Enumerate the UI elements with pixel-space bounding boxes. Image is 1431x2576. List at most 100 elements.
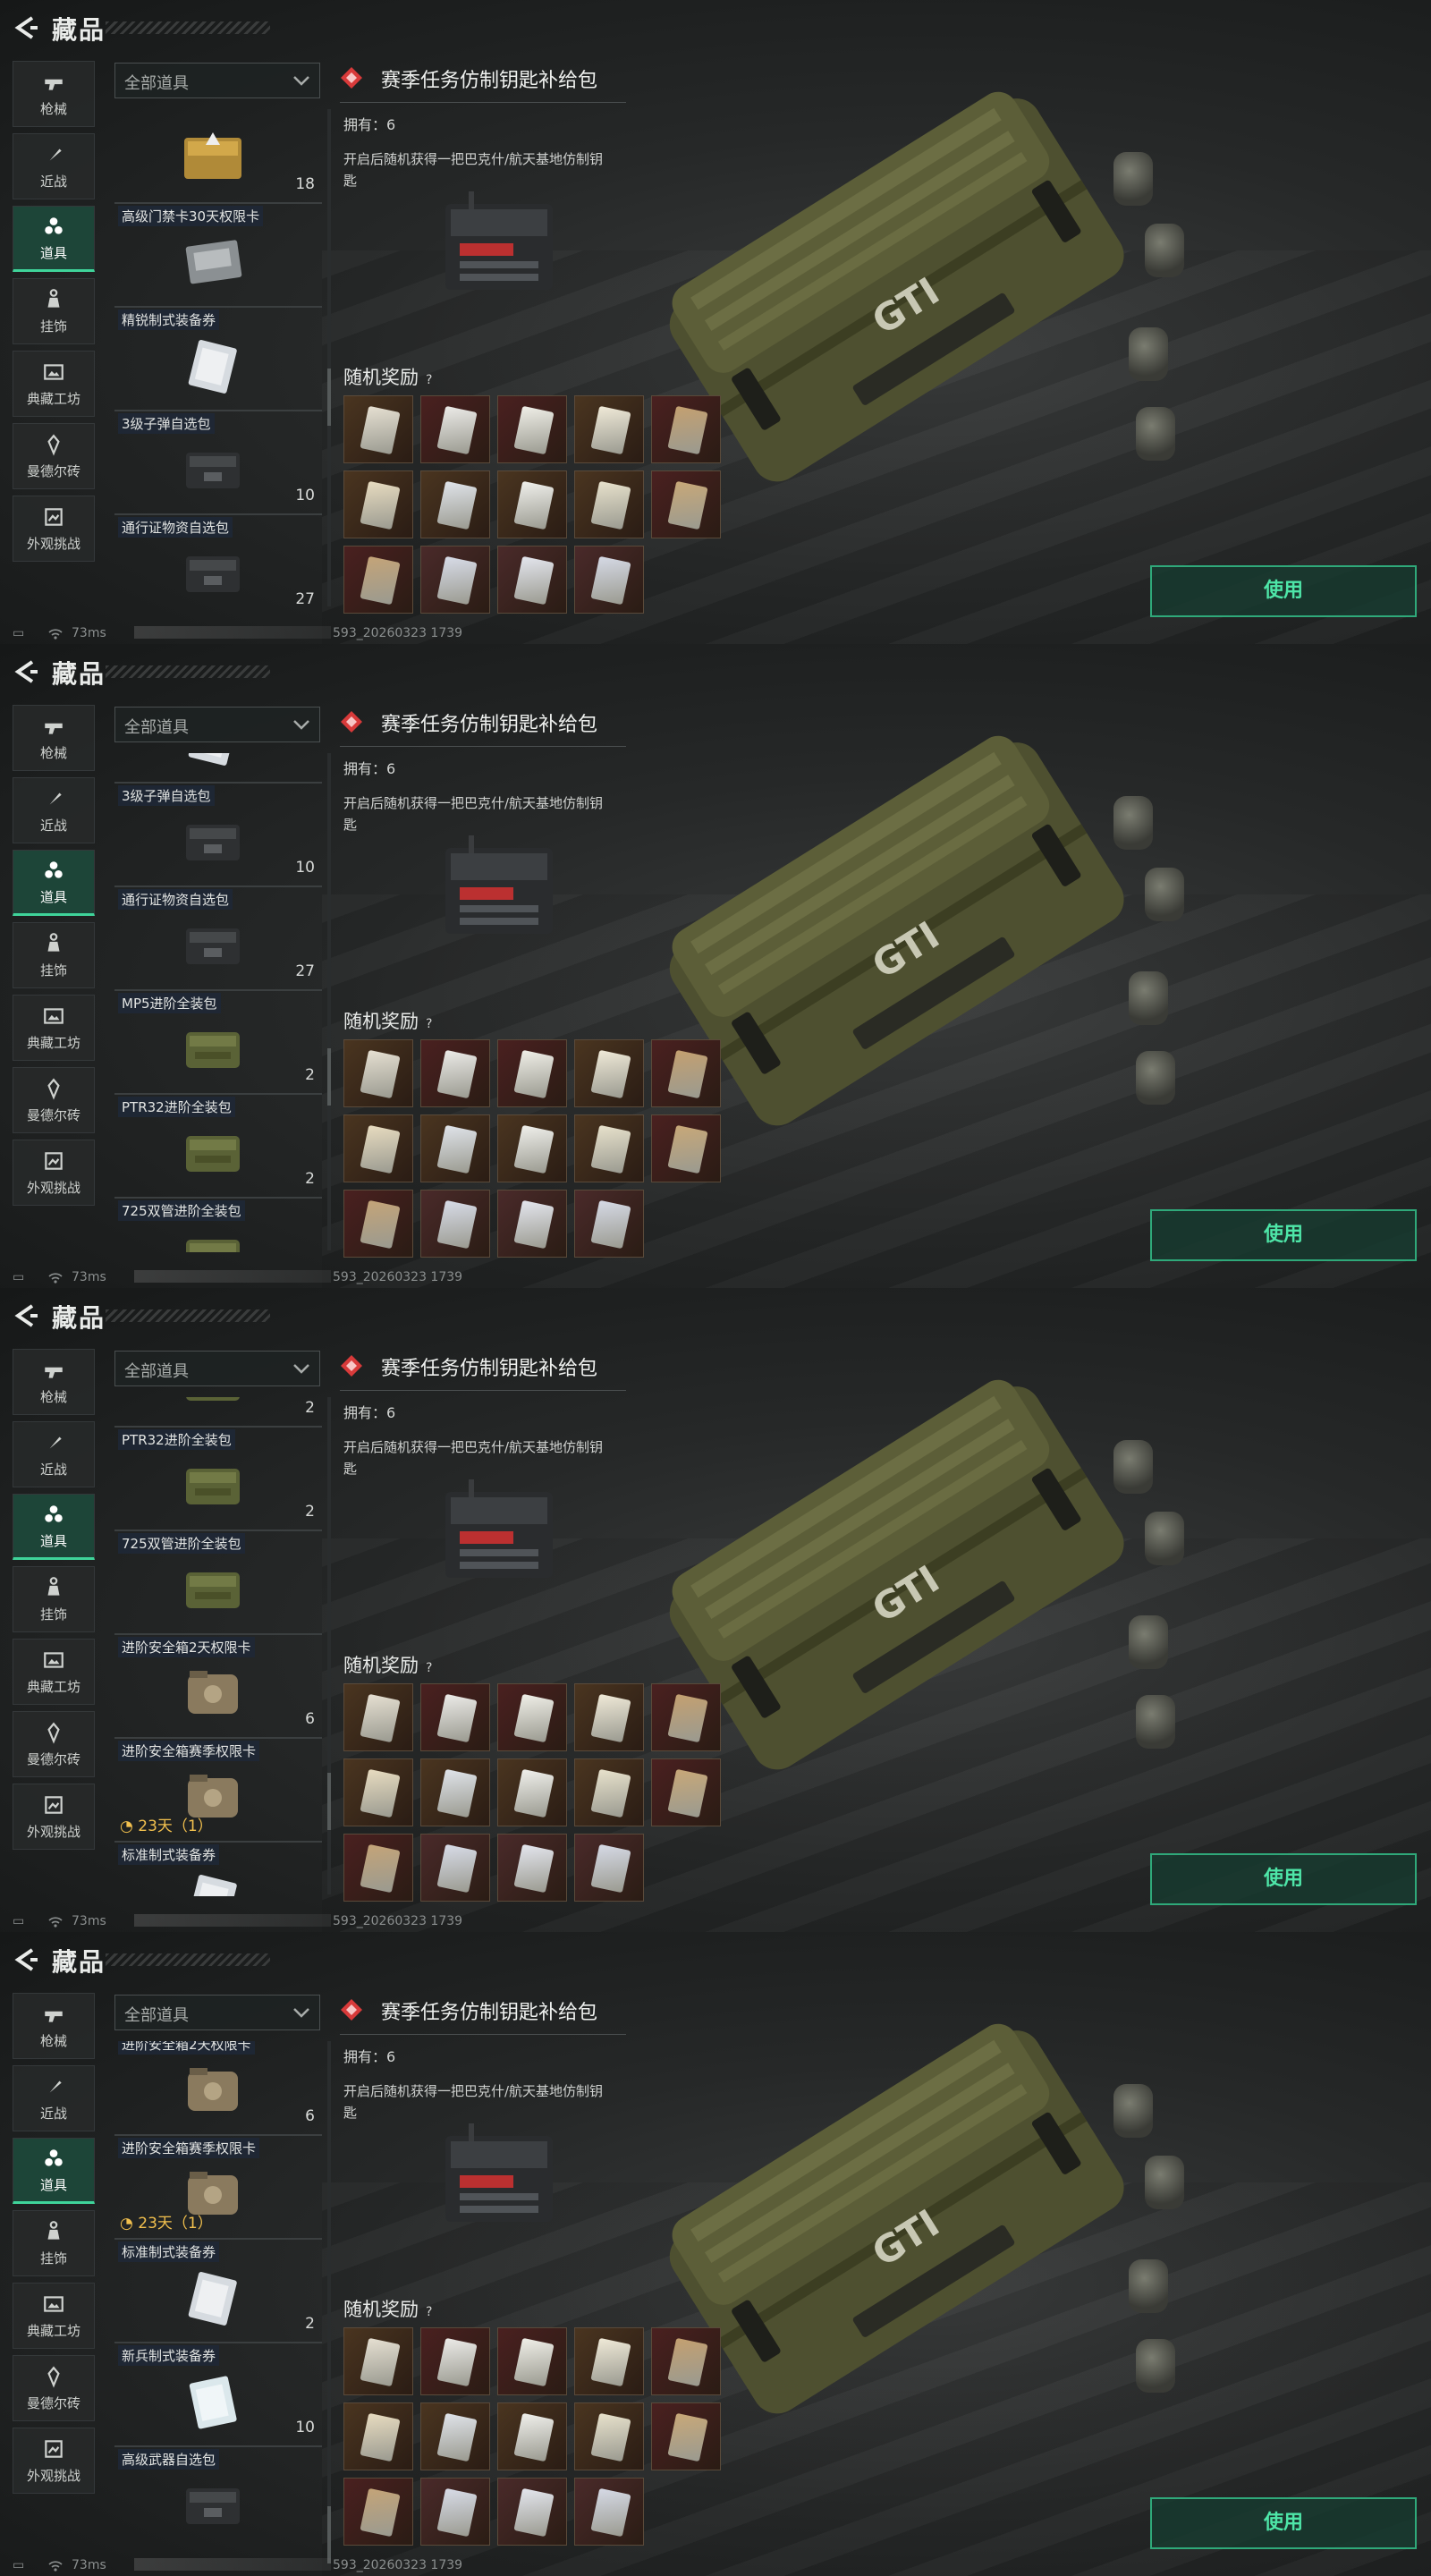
sidebar-item-2[interactable]: 道具 xyxy=(13,1494,95,1560)
help-icon[interactable]: ? xyxy=(426,1017,432,1031)
reward-cell[interactable] xyxy=(497,1114,567,1182)
reward-cell[interactable] xyxy=(343,546,413,614)
reward-cell[interactable] xyxy=(343,470,413,538)
reward-cell[interactable] xyxy=(420,1683,490,1751)
reward-cell[interactable] xyxy=(343,1834,413,1902)
reward-cell[interactable] xyxy=(574,470,644,538)
reward-cell[interactable] xyxy=(420,1834,490,1902)
sidebar-item-0[interactable]: 枪械 xyxy=(13,61,95,127)
filter-dropdown[interactable]: 全部道具 xyxy=(114,1351,320,1386)
list-item[interactable]: 标准制式装备券 2 xyxy=(114,2240,322,2343)
help-icon[interactable]: ? xyxy=(426,1661,432,1675)
reward-cell[interactable] xyxy=(343,2402,413,2470)
reward-cell[interactable] xyxy=(343,1758,413,1826)
sidebar-item-0[interactable]: 枪械 xyxy=(13,1349,95,1415)
reward-cell[interactable] xyxy=(343,1039,413,1107)
list-scrollbar[interactable] xyxy=(327,753,331,1250)
reward-cell[interactable] xyxy=(343,2327,413,2395)
sidebar-item-3[interactable]: 挂饰 xyxy=(13,922,95,988)
reward-cell[interactable] xyxy=(574,1190,644,1258)
sidebar-item-5[interactable]: 曼德尔砖 xyxy=(13,1067,95,1133)
reward-cell[interactable] xyxy=(343,1683,413,1751)
reward-cell[interactable] xyxy=(497,2478,567,2546)
sidebar-item-1[interactable]: 近战 xyxy=(13,777,95,843)
reward-cell[interactable] xyxy=(574,2327,644,2395)
list-item[interactable]: 18 xyxy=(114,109,322,204)
reward-cell[interactable] xyxy=(651,1683,721,1751)
reward-cell[interactable] xyxy=(651,1758,721,1826)
reward-cell[interactable] xyxy=(497,546,567,614)
reward-cell[interactable] xyxy=(420,1039,490,1107)
help-icon[interactable]: ? xyxy=(426,2305,432,2319)
reward-cell[interactable] xyxy=(497,470,567,538)
reward-cell[interactable] xyxy=(574,2478,644,2546)
list-item[interactable]: 进阶安全箱2天权限卡 6 xyxy=(114,1635,322,1739)
list-item[interactable]: 标准制式装备券 xyxy=(114,1843,322,1896)
reward-cell[interactable] xyxy=(574,1039,644,1107)
sidebar-item-1[interactable]: 近战 xyxy=(13,1421,95,1487)
reward-cell[interactable] xyxy=(497,2327,567,2395)
sidebar-item-2[interactable]: 道具 xyxy=(13,206,95,272)
reward-cell[interactable] xyxy=(574,1834,644,1902)
filter-dropdown[interactable]: 全部道具 xyxy=(114,63,320,98)
sidebar-item-6[interactable]: 外观挑战 xyxy=(13,2428,95,2494)
reward-cell[interactable] xyxy=(420,546,490,614)
sidebar-item-5[interactable]: 曼德尔砖 xyxy=(13,423,95,489)
use-button[interactable]: 使用 xyxy=(1150,565,1417,617)
sidebar-item-0[interactable]: 枪械 xyxy=(13,1993,95,2059)
reward-cell[interactable] xyxy=(420,395,490,463)
sidebar-item-3[interactable]: 挂饰 xyxy=(13,278,95,344)
reward-cell[interactable] xyxy=(574,395,644,463)
use-button[interactable]: 使用 xyxy=(1150,2497,1417,2549)
scrollbar-thumb[interactable] xyxy=(327,1048,331,1106)
sidebar-item-4[interactable]: 典藏工坊 xyxy=(13,351,95,417)
reward-cell[interactable] xyxy=(420,1114,490,1182)
list-item[interactable]: 2 xyxy=(114,1397,322,1428)
list-item[interactable]: 进阶安全箱赛季权限卡 ◔ 23天（1） xyxy=(114,1739,322,1843)
reward-cell[interactable] xyxy=(574,1114,644,1182)
reward-cell[interactable] xyxy=(574,2402,644,2470)
list-item[interactable]: 进阶安全箱2天权限卡 6 xyxy=(114,2041,322,2136)
reward-cell[interactable] xyxy=(574,1758,644,1826)
filter-dropdown[interactable]: 全部道具 xyxy=(114,1995,320,2030)
reward-cell[interactable] xyxy=(420,2478,490,2546)
list-item[interactable]: 高级武器自选包 xyxy=(114,2447,322,2540)
reward-cell[interactable] xyxy=(651,1039,721,1107)
use-button[interactable]: 使用 xyxy=(1150,1209,1417,1261)
reward-cell[interactable] xyxy=(420,2402,490,2470)
use-button[interactable]: 使用 xyxy=(1150,1853,1417,1905)
sidebar-item-2[interactable]: 道具 xyxy=(13,850,95,916)
scrollbar-thumb[interactable] xyxy=(327,1773,331,1830)
list-item[interactable]: 新兵制式装备券 10 xyxy=(114,2343,322,2447)
sidebar-item-4[interactable]: 典藏工坊 xyxy=(13,995,95,1061)
back-icon[interactable] xyxy=(13,658,39,685)
reward-cell[interactable] xyxy=(651,470,721,538)
list-item[interactable]: PTR32进阶全装包 2 xyxy=(114,1095,322,1199)
reward-cell[interactable] xyxy=(497,1190,567,1258)
list-scrollbar[interactable] xyxy=(327,1397,331,1894)
sidebar-item-5[interactable]: 曼德尔砖 xyxy=(13,2355,95,2421)
sidebar-item-3[interactable]: 挂饰 xyxy=(13,1566,95,1632)
list-item[interactable]: 通行证物资自选包 27 xyxy=(114,515,322,608)
sidebar-item-5[interactable]: 曼德尔砖 xyxy=(13,1711,95,1777)
list-item[interactable]: 高级门禁卡30天权限卡 xyxy=(114,204,322,308)
reward-cell[interactable] xyxy=(574,546,644,614)
reward-cell[interactable] xyxy=(497,1834,567,1902)
list-scrollbar[interactable] xyxy=(327,109,331,606)
sidebar-item-6[interactable]: 外观挑战 xyxy=(13,496,95,562)
list-item[interactable]: 精锐制式装备券 xyxy=(114,308,322,411)
list-item[interactable]: 进阶安全箱赛季权限卡 ◔ 23天（1） xyxy=(114,2136,322,2240)
reward-cell[interactable] xyxy=(420,470,490,538)
sidebar-item-3[interactable]: 挂饰 xyxy=(13,2210,95,2276)
reward-cell[interactable] xyxy=(497,1758,567,1826)
reward-cell[interactable] xyxy=(343,395,413,463)
reward-cell[interactable] xyxy=(497,1683,567,1751)
reward-cell[interactable] xyxy=(420,1758,490,1826)
sidebar-item-4[interactable]: 典藏工坊 xyxy=(13,2283,95,2349)
list-item[interactable]: PTR32进阶全装包 2 xyxy=(114,1428,322,1531)
sidebar-item-4[interactable]: 典藏工坊 xyxy=(13,1639,95,1705)
list-item[interactable]: 通行证物资自选包 27 xyxy=(114,887,322,991)
help-icon[interactable]: ? xyxy=(426,373,432,387)
reward-cell[interactable] xyxy=(343,1190,413,1258)
reward-cell[interactable] xyxy=(497,1039,567,1107)
